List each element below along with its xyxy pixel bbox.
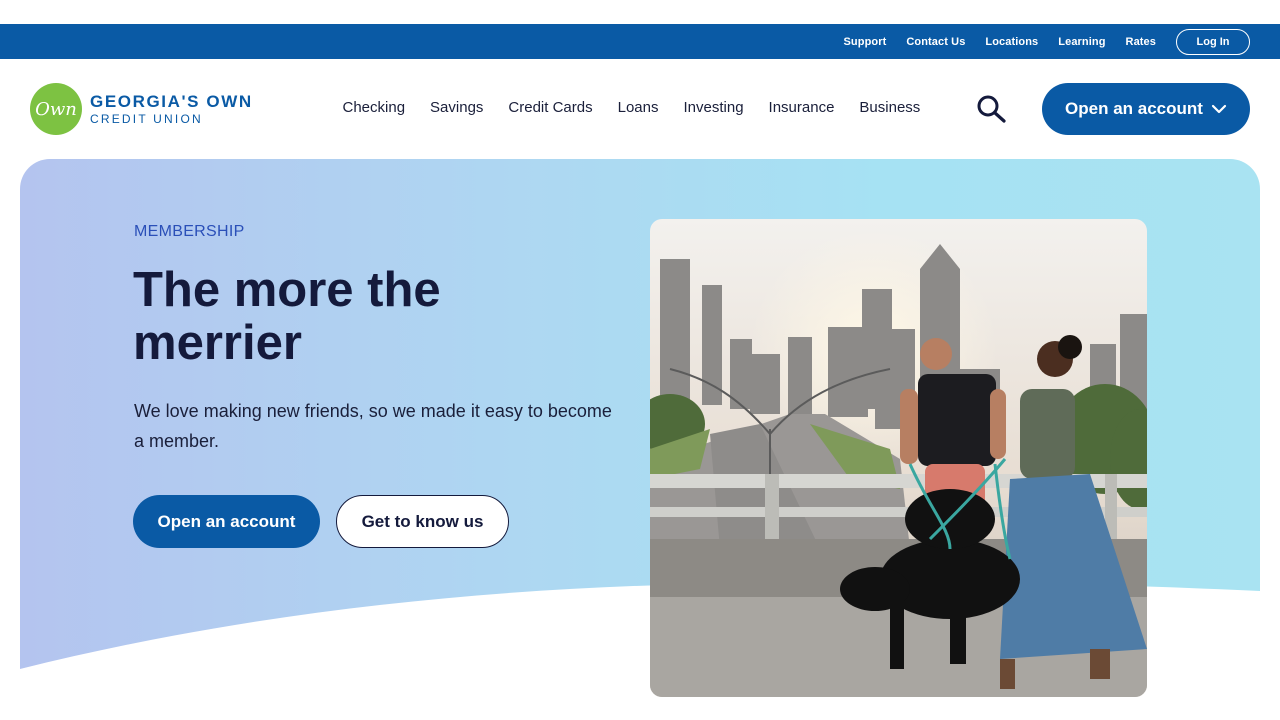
search-button[interactable] (976, 95, 1008, 123)
utility-bar: Support Contact Us Locations Learning Ra… (0, 24, 1280, 59)
get-to-know-us-button[interactable]: Get to know us (336, 495, 509, 548)
logo-name-line2: CREDIT UNION (90, 112, 203, 126)
hero-photo (650, 219, 1147, 697)
nav-item-insurance[interactable]: Insurance (756, 99, 847, 116)
logo-badge: Own (30, 83, 82, 135)
primary-menu: Checking Savings Credit Cards Loans Inve… (330, 99, 933, 116)
search-icon (977, 95, 1006, 123)
nav-item-credit-cards[interactable]: Credit Cards (496, 99, 605, 116)
main-nav: Own GEORGIA'S OWN CREDIT UNION Checking … (0, 59, 1280, 159)
hero-subcopy: We love making new friends, so we made i… (134, 401, 612, 451)
utility-link-learning[interactable]: Learning (1048, 36, 1115, 48)
utility-links: Support Contact Us Locations Learning Ra… (834, 28, 1250, 55)
hero-eyebrow: MEMBERSHIP (134, 223, 245, 240)
login-button[interactable]: Log In (1176, 28, 1250, 55)
brand-logo[interactable]: Own GEORGIA'S OWN CREDIT UNION (30, 83, 253, 135)
open-account-label: Open an account (1065, 99, 1203, 118)
nav-item-investing[interactable]: Investing (671, 99, 756, 116)
nav-item-checking[interactable]: Checking (330, 99, 418, 116)
hero-headline: The more the merrier (133, 263, 441, 370)
nav-item-loans[interactable]: Loans (605, 99, 671, 116)
city-couple-walking-dog-image (650, 219, 1147, 697)
utility-link-locations[interactable]: Locations (975, 36, 1048, 48)
nav-item-savings[interactable]: Savings (418, 99, 496, 116)
logo-name-line1: GEORGIA'S OWN (90, 92, 253, 111)
utility-link-rates[interactable]: Rates (1116, 36, 1166, 48)
chevron-down-icon (1211, 104, 1227, 114)
open-account-dropdown-button[interactable]: Open an account (1042, 83, 1250, 135)
utility-link-contact-us[interactable]: Contact Us (896, 36, 975, 48)
logo-wordmark: GEORGIA'S OWN CREDIT UNION (90, 93, 253, 125)
nav-item-business[interactable]: Business (847, 99, 933, 116)
utility-link-support[interactable]: Support (834, 36, 897, 48)
open-account-button[interactable]: Open an account (133, 495, 320, 548)
